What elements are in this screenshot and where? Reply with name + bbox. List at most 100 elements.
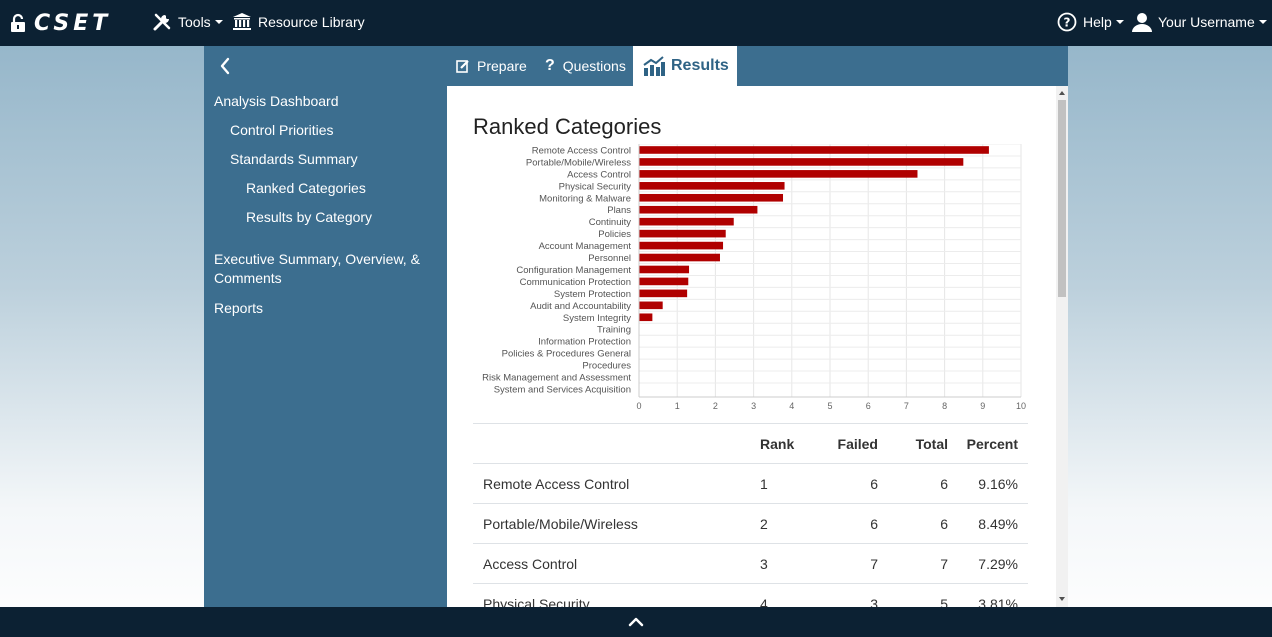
- category-label: System Protection: [554, 289, 631, 300]
- user-menu[interactable]: Your Username: [1132, 12, 1267, 32]
- sidebar-item-analysis-dashboard[interactable]: Analysis Dashboard: [214, 92, 339, 111]
- cell-failed: 6: [870, 516, 878, 532]
- edit-icon: [456, 60, 469, 73]
- scrollbar-thumb[interactable]: [1058, 100, 1066, 297]
- x-tick-label: 0: [636, 401, 641, 411]
- category-label: Training: [597, 325, 631, 336]
- bar: [639, 313, 653, 322]
- chevron-up-icon[interactable]: [626, 612, 646, 632]
- header-total: Total: [915, 436, 948, 452]
- category-label: Communication Protection: [520, 277, 631, 288]
- bar: [639, 301, 663, 310]
- category-label: Personnel: [588, 253, 631, 264]
- cell-total: 7: [940, 556, 948, 572]
- lock-icon: [11, 13, 25, 32]
- sidebar-item-executive-summary[interactable]: Executive Summary, Overview, & Comments: [214, 250, 420, 288]
- tab-results[interactable]: Results: [633, 46, 737, 86]
- sidebar-item-standards-summary[interactable]: Standards Summary: [230, 150, 358, 169]
- tab-prepare-label: Prepare: [477, 58, 527, 74]
- cell-percent: 8.49%: [978, 516, 1018, 532]
- cell-percent: 9.16%: [978, 476, 1018, 492]
- header-failed: Failed: [837, 436, 878, 452]
- cell-total: 6: [940, 516, 948, 532]
- category-label: Information Protection: [538, 337, 631, 348]
- sidebar-item-results-by-category[interactable]: Results by Category: [246, 208, 372, 227]
- bar: [639, 217, 734, 226]
- sidebar: Analysis Dashboard Control Priorities St…: [204, 86, 447, 607]
- ranked-categories-chart: 0 1 2 3 4 5 6 7 8 9 10 Remote Access ControlPortabl…: [482, 144, 1026, 411]
- scroll-down-icon[interactable]: [1056, 593, 1068, 605]
- category-label: Procedures: [582, 361, 631, 372]
- sidebar-item-reports[interactable]: Reports: [214, 299, 263, 318]
- cell-category: Portable/Mobile/Wireless: [483, 516, 638, 532]
- sidebar-item-label: Executive Summary, Overview, &: [214, 251, 420, 267]
- cell-rank: 3: [760, 556, 768, 572]
- category-label: System and Services Acquisition: [494, 384, 631, 395]
- user-icon: [1132, 13, 1152, 32]
- cell-category: Access Control: [483, 556, 578, 572]
- x-tick-label: 3: [751, 401, 756, 411]
- x-tick-label: 8: [942, 401, 947, 411]
- x-tick-label: 9: [980, 401, 985, 411]
- help-circle-icon: ?: [1057, 12, 1077, 32]
- cell-total: 6: [940, 476, 948, 492]
- back-button[interactable]: [214, 54, 238, 78]
- sidebar-item-label: Comments: [214, 270, 282, 286]
- tab-questions[interactable]: ? Questions: [545, 46, 626, 86]
- bar: [639, 146, 989, 154]
- top-navbar: CSET Tools Resource Library ? Help Your …: [0, 0, 1272, 46]
- table-row: Physical Security 4 3 5 3.81%: [473, 583, 1028, 607]
- user-label: Your Username: [1158, 14, 1255, 30]
- chevron-down-icon: [1115, 20, 1124, 24]
- category-label: Policies & Procedures General: [502, 349, 631, 360]
- category-label: Remote Access Control: [532, 145, 631, 156]
- bar: [639, 182, 785, 190]
- table-row: Remote Access Control 1 6 6 9.16%: [473, 463, 1028, 503]
- cell-category: Physical Security: [483, 596, 590, 607]
- vertical-scrollbar[interactable]: [1056, 86, 1068, 607]
- category-label: Risk Management and Assessment: [482, 373, 631, 384]
- x-tick-label: 2: [713, 401, 718, 411]
- resource-library-link[interactable]: Resource Library: [232, 12, 365, 31]
- category-label: Portable/Mobile/Wireless: [526, 157, 631, 168]
- question-icon: ?: [545, 57, 555, 74]
- main-panel: Prepare ? Questions Results Analysis Das…: [204, 46, 1068, 607]
- bar: [639, 265, 690, 274]
- tab-bar: Prepare ? Questions Results: [204, 46, 1068, 86]
- resource-library-label: Resource Library: [258, 13, 365, 30]
- category-label: Account Management: [539, 241, 632, 252]
- x-tick-label: 1: [675, 401, 680, 411]
- content-area: Ranked Categories 0 1 2 3 4 5 6 7 8 9 10 Remote Acc…: [447, 86, 1068, 607]
- cell-failed: 6: [870, 476, 878, 492]
- table-header-row: Rank Failed Total Percent: [473, 423, 1028, 463]
- chart-icon: [643, 56, 665, 76]
- bar: [639, 170, 918, 178]
- bar: [639, 289, 688, 298]
- tab-prepare[interactable]: Prepare: [456, 46, 527, 86]
- x-tick-label: 6: [866, 401, 871, 411]
- bar: [639, 193, 784, 202]
- category-label: Configuration Management: [516, 265, 631, 276]
- library-icon: [233, 13, 251, 30]
- category-label: Policies: [598, 229, 631, 240]
- table-row: Access Control 3 7 7 7.29%: [473, 543, 1028, 583]
- scroll-up-icon[interactable]: [1056, 88, 1068, 100]
- cell-percent: 3.81%: [978, 596, 1018, 607]
- cell-percent: 7.29%: [978, 556, 1018, 572]
- category-label: Access Control: [567, 169, 631, 180]
- chevron-down-icon: [214, 20, 223, 24]
- page-title: Ranked Categories: [473, 114, 662, 139]
- sidebar-item-ranked-categories[interactable]: Ranked Categories: [246, 179, 366, 198]
- category-label: Continuity: [589, 217, 631, 228]
- tools-menu[interactable]: Tools: [152, 12, 223, 32]
- bar: [639, 241, 724, 250]
- cell-total: 5: [940, 596, 948, 607]
- help-menu[interactable]: ? Help: [1057, 12, 1124, 32]
- table-row: Portable/Mobile/Wireless 2 6 6 8.49%: [473, 503, 1028, 543]
- tab-questions-label: Questions: [562, 58, 626, 74]
- cset-logo[interactable]: CSET: [10, 11, 111, 36]
- bar: [639, 158, 964, 166]
- logo-text: CSET: [34, 10, 112, 36]
- bar: [639, 277, 689, 286]
- sidebar-item-control-priorities[interactable]: Control Priorities: [230, 121, 333, 140]
